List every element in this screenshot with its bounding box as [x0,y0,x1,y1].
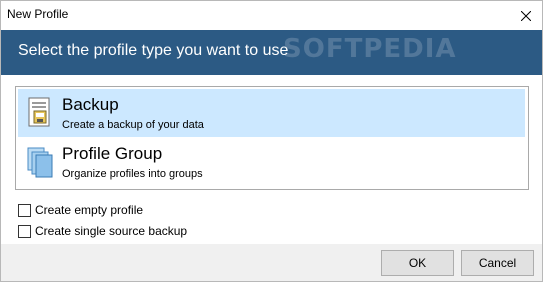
banner-instruction: Select the profile type you want to use [18,42,289,59]
profile-group-icon [27,147,53,178]
profile-type-description: Create a backup of your data [62,119,204,131]
checkbox-label: Create empty profile [35,203,144,217]
create-empty-profile-option[interactable]: Create empty profile [18,202,143,218]
create-single-source-backup-checkbox[interactable] [18,224,31,238]
profile-type-description: Organize profiles into groups [62,168,203,180]
close-button[interactable] [510,1,542,30]
cancel-button[interactable]: Cancel [461,250,534,276]
create-single-source-backup-option[interactable]: Create single source backup [18,223,187,239]
create-empty-profile-checkbox[interactable] [18,203,31,217]
profile-type-profile-group[interactable]: Profile Group Organize profiles into gro… [18,138,525,186]
button-bar: OK Cancel [1,244,542,281]
new-profile-dialog: New Profile Select the profile type you … [0,0,543,282]
softpedia-watermark: SOFTPEDIA [283,34,457,64]
backup-document-icon [28,97,50,127]
profile-type-list[interactable]: Backup Create a backup of your data Prof… [15,86,529,190]
header-banner: Select the profile type you want to use … [1,30,542,75]
ok-button[interactable]: OK [381,250,454,276]
window-title: New Profile [7,7,69,21]
checkbox-label: Create single source backup [35,224,188,238]
title-bar: New Profile [1,1,542,30]
close-icon [521,10,531,21]
profile-type-backup[interactable]: Backup Create a backup of your data [18,89,525,137]
profile-type-title: Profile Group [62,144,163,163]
profile-type-title: Backup [62,95,119,114]
